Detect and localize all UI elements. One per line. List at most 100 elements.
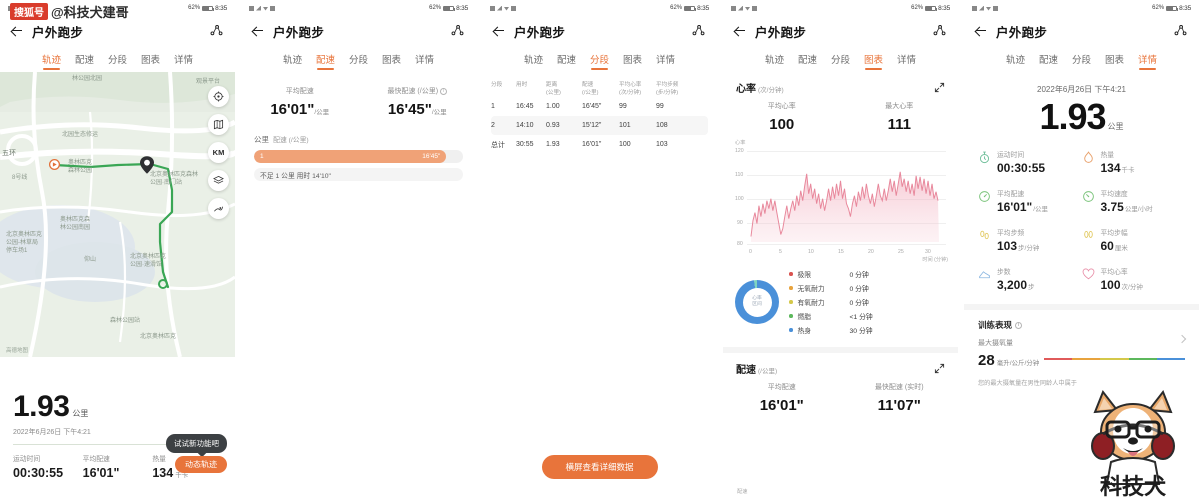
back-arrow-icon[interactable] — [975, 25, 987, 37]
zone-dot-icon — [789, 300, 793, 304]
tab-details[interactable]: 详情 — [415, 52, 434, 70]
tab-charts[interactable]: 图表 — [1105, 52, 1124, 70]
x-tick-15: 15 — [838, 249, 844, 255]
expand-icon[interactable] — [934, 363, 945, 374]
back-arrow-icon[interactable] — [11, 25, 23, 37]
zone-value: 0 分钟 — [849, 300, 869, 307]
cell-time: 30:55 — [516, 141, 534, 149]
tab-charts[interactable]: 图表 — [141, 52, 160, 70]
bluetooth-icon — [511, 5, 516, 11]
detail-date: 2022年6月26日 下午4:21 — [1037, 85, 1126, 94]
tab-splits[interactable]: 分段 — [108, 52, 127, 70]
share-icon[interactable] — [932, 24, 947, 38]
stat-label: 平均配速 — [767, 384, 796, 391]
table-row: 2 14:10 0.93 15'12" 101 108 — [491, 116, 708, 136]
cell-cadence: 103 — [656, 141, 668, 149]
settings-icon[interactable] — [208, 198, 229, 219]
km-toggle-button[interactable]: KM — [208, 142, 229, 163]
status-right-icons: 62% 8:35 — [188, 5, 227, 12]
tab-pace[interactable]: 配速 — [798, 52, 817, 70]
info-icon[interactable]: i — [440, 87, 448, 95]
sim-icon — [490, 5, 495, 11]
tab-pace[interactable]: 配速 — [316, 52, 335, 70]
avg-pace-stat: 平均配速 16'01"/公里 — [241, 86, 359, 118]
tab-track[interactable]: 轨迹 — [524, 52, 543, 70]
tab-details[interactable]: 详情 — [656, 52, 675, 70]
tab-details[interactable]: 详情 — [174, 52, 193, 70]
map-layers-icon[interactable] — [208, 114, 229, 135]
vo2max-label: 最大摄氧量 — [978, 340, 1013, 347]
zone-row-fatburn: 燃脂 <1 分钟 — [789, 309, 946, 323]
tab-pace[interactable]: 配速 — [557, 52, 576, 70]
cell-distance: 1.93 — [546, 141, 560, 149]
share-icon[interactable] — [209, 24, 224, 38]
metric-value: 60 — [1100, 239, 1114, 253]
x-tick-0: 0 — [749, 249, 752, 255]
card-title: 心率 — [736, 84, 756, 95]
tab-details[interactable]: 详情 — [897, 52, 916, 70]
tab-pace[interactable]: 配速 — [1039, 52, 1058, 70]
tab-splits[interactable]: 分段 — [1072, 52, 1091, 70]
expand-icon[interactable] — [934, 82, 945, 93]
col-header-distance: 距离 (公里) — [546, 82, 561, 96]
avg-hr-stat: 平均心率 100 — [723, 101, 841, 133]
landscape-detail-button[interactable]: 横屏查看详细数据 — [541, 455, 658, 479]
tab-track[interactable]: 轨迹 — [1006, 52, 1025, 70]
tab-splits[interactable]: 分段 — [831, 52, 850, 70]
back-arrow-icon[interactable] — [252, 25, 264, 37]
metric-avg-hr: 平均心率 100次/分钟 — [1082, 266, 1186, 292]
metric-unit: 步/分钟 — [1018, 245, 1040, 252]
status-left-icons — [490, 5, 516, 11]
tab-charts[interactable]: 图表 — [864, 52, 883, 70]
dynamic-track-button[interactable]: 动态轨迹 — [175, 456, 227, 473]
tab-charts[interactable]: 图表 — [382, 52, 401, 70]
share-icon[interactable] — [691, 24, 706, 38]
summary-stat-pace: 平均配速 16'01" — [83, 453, 153, 480]
metric-value: 3,200 — [997, 278, 1028, 292]
table-row-total: 总计 30:55 1.93 16'01" 100 103 — [491, 135, 708, 154]
cell-hr: 100 — [619, 141, 631, 149]
map-label: 奥林匹克森 — [60, 217, 91, 223]
back-arrow-icon[interactable] — [734, 25, 746, 37]
tab-track[interactable]: 轨迹 — [42, 52, 61, 70]
metric-unit: /公里 — [1033, 206, 1049, 213]
tab-track[interactable]: 轨迹 — [765, 52, 784, 70]
start-marker-icon — [48, 158, 61, 171]
info-icon[interactable]: i — [1015, 321, 1023, 329]
map-view[interactable]: 林公园北园 观景平台 北园生态修运 五环 奥林匹克 森林公园 8号线 北京奥林匹… — [0, 72, 235, 357]
tab-track[interactable]: 轨迹 — [283, 52, 302, 70]
tab-pace[interactable]: 配速 — [75, 52, 94, 70]
zone-dot-icon — [789, 328, 793, 332]
zone-row-warmup: 热身 30 分钟 — [789, 323, 946, 337]
battery-percent: 62% — [429, 5, 442, 11]
metric-value: 134 — [1100, 161, 1121, 175]
zone-legend: 极限 0 分钟 无氧耐力 0 分钟 有氧耐力 0 分钟 燃脂 <1 分钟 热身 … — [789, 267, 946, 337]
metric-label: 步数 — [997, 269, 1011, 276]
vo2max-scale — [1044, 358, 1186, 360]
tab-charts[interactable]: 图表 — [623, 52, 642, 70]
pace-bar-list: 1 16'45" 不足 1 公里 用时 14'10" — [241, 150, 476, 181]
page-title: 户外跑步 — [273, 25, 325, 40]
back-arrow-icon[interactable] — [493, 25, 505, 37]
bluetooth-icon — [752, 5, 757, 11]
cell-distance: 1.00 — [546, 103, 560, 111]
training-performance-card[interactable]: 训练表现 i 最大摄氧量 28 毫升/公斤/分钟 您的最大摄氧量在男性同龄人中属于 — [964, 310, 1199, 387]
pace-y-axis-title: 配速 — [737, 489, 748, 495]
status-left-icons — [249, 5, 275, 11]
tab-splits[interactable]: 分段 — [590, 52, 609, 70]
layers-stack-icon[interactable] — [208, 170, 229, 191]
distance-unit: 公里 — [72, 409, 89, 418]
tab-details[interactable]: 详情 — [1138, 52, 1157, 70]
bluetooth-icon — [993, 5, 998, 11]
tab-splits[interactable]: 分段 — [349, 52, 368, 70]
sim-icon — [249, 5, 254, 11]
share-icon[interactable] — [1173, 24, 1188, 38]
stat-label: 平均配速 — [285, 88, 314, 95]
metric-label: 平均速度 — [1100, 191, 1128, 198]
zone-row-limit: 极限 0 分钟 — [789, 267, 946, 281]
stat-value: 100 — [769, 116, 795, 133]
locate-icon[interactable] — [208, 86, 229, 107]
vo2max-unit: 毫升/公斤/分钟 — [996, 360, 1040, 367]
heart-rate-zones: 心率 区间 极限 0 分钟 无氧耐力 0 分钟 有氧耐力 0 分钟 燃脂 <1 … — [723, 257, 958, 341]
share-icon[interactable] — [450, 24, 465, 38]
